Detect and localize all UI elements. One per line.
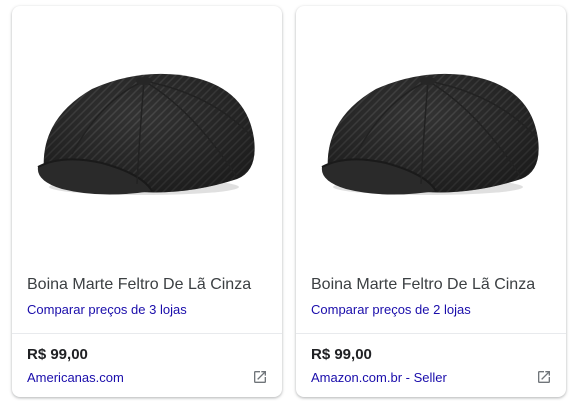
divider	[296, 333, 566, 334]
product-price: R$ 99,00	[311, 346, 372, 363]
product-title[interactable]: Boina Marte Feltro De Lã Cinza	[311, 276, 535, 294]
product-card[interactable]: Boina Marte Feltro De Lã Cinza Comparar …	[296, 6, 566, 397]
compare-prices-link[interactable]: Comparar preços de 2 lojas	[311, 302, 471, 317]
store-link[interactable]: Americanas.com	[27, 370, 124, 385]
product-title[interactable]: Boina Marte Feltro De Lã Cinza	[27, 276, 251, 294]
flat-cap-image	[321, 73, 539, 195]
open-in-new-icon[interactable]	[536, 369, 552, 385]
open-in-new-icon[interactable]	[252, 369, 268, 385]
product-card[interactable]: Boina Marte Feltro De Lã Cinza Comparar …	[12, 6, 282, 397]
flat-cap-image	[37, 73, 255, 195]
product-image[interactable]	[12, 6, 282, 261]
compare-prices-link[interactable]: Comparar preços de 3 lojas	[27, 302, 187, 317]
store-link[interactable]: Amazon.com.br - Seller	[311, 370, 447, 385]
product-price: R$ 99,00	[27, 346, 88, 363]
divider	[12, 333, 282, 334]
product-image[interactable]	[296, 6, 566, 261]
